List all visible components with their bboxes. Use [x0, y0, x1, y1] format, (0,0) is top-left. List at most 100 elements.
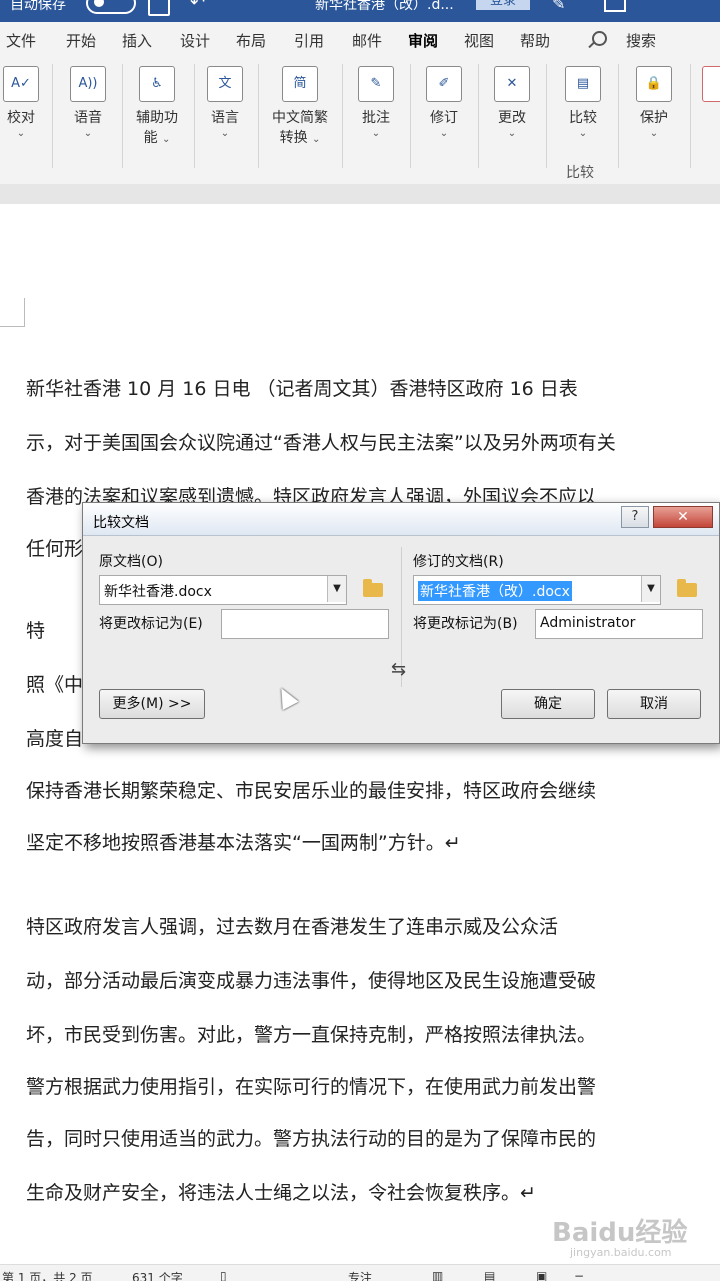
- search-label[interactable]: 搜索: [626, 30, 656, 51]
- original-document-label: 原文档(O): [99, 554, 163, 570]
- changes-button[interactable]: ✕ 更改 ⌄: [486, 66, 538, 140]
- autosave-toggle[interactable]: [86, 0, 136, 14]
- title-bar: 自动保存 ↶ 新华社香港（改）.d... 登录 ✎: [0, 0, 720, 22]
- proofing-button[interactable]: A✓ 校对 ⌄: [0, 66, 42, 140]
- comment-button[interactable]: ✎ 批注 ⌄: [350, 66, 402, 140]
- original-mark-field[interactable]: [221, 609, 389, 639]
- proofing-icon: A✓: [3, 66, 39, 102]
- chevron-down-icon: ⌄: [371, 128, 381, 139]
- folder-icon[interactable]: [363, 579, 383, 597]
- compare-button[interactable]: ▤ 比较 ⌄: [556, 66, 610, 140]
- revised-document-combo[interactable]: 新华社香港（改）.docx ▼: [413, 575, 661, 605]
- focus-mode[interactable]: 专注: [348, 1269, 372, 1281]
- cancel-button[interactable]: 取消: [607, 689, 701, 719]
- protect-label: 保护: [640, 110, 668, 126]
- comment-icon: ✎: [358, 66, 394, 102]
- ink-button[interactable]: [700, 66, 720, 108]
- speech-label: 语音: [74, 110, 102, 126]
- chinese-conversion-icon: 简: [282, 66, 318, 102]
- chinese-conversion-label-2: 转换: [279, 130, 308, 146]
- chevron-down-icon: ⌄: [507, 128, 517, 139]
- accessibility-icon: ♿: [139, 66, 175, 102]
- tab-file[interactable]: 文件: [6, 30, 36, 51]
- mouse-cursor-icon: [273, 683, 299, 711]
- watermark-url: jingyan.baidu.com: [570, 1246, 672, 1259]
- dialog-title: 比较文档: [93, 515, 149, 531]
- revised-document-value: 新华社香港（改）.docx: [418, 581, 572, 601]
- chevron-down-icon[interactable]: ▼: [641, 576, 660, 602]
- pen-icon[interactable]: ✎: [552, 0, 565, 13]
- dialog-title-bar[interactable]: 比较文档 ? ✕: [83, 503, 719, 536]
- speech-button[interactable]: A)) 语音 ⌄: [62, 66, 114, 140]
- doc-line: 生命及财产安全，将违法人士绳之以法，令社会恢复秩序。↵: [26, 1182, 536, 1204]
- original-document-value: 新华社香港.docx: [104, 584, 212, 600]
- ok-button[interactable]: 确定: [501, 689, 595, 719]
- watermark-brand: Baidu经验: [552, 1218, 688, 1248]
- changes-label: 更改: [498, 110, 526, 126]
- accessibility-label: 辅助功: [136, 110, 178, 126]
- help-button[interactable]: ?: [621, 506, 649, 528]
- protect-button[interactable]: 🔒 保护 ⌄: [628, 66, 680, 140]
- tab-view[interactable]: 视图: [464, 30, 494, 51]
- chevron-down-icon: ⌄: [16, 128, 26, 139]
- comment-label: 批注: [362, 110, 390, 126]
- language-label: 语言: [211, 110, 239, 126]
- doc-line: 特区政府发言人强调，过去数月在香港发生了连串示威及公众活: [26, 916, 559, 938]
- page-count[interactable]: 第 1 页，共 2 页: [2, 1269, 93, 1281]
- ribbon: A✓ 校对 ⌄ A)) 语音 ⌄ ♿ 辅助功 能 ⌄ 文 语言 ⌄ 简 中文简繁…: [0, 56, 720, 185]
- doc-line: 坚定不移地按照香港基本法落实“一国两制”方针。↵: [26, 832, 461, 854]
- word-count[interactable]: 631 个字: [132, 1269, 183, 1281]
- chevron-down-icon: ⌄: [578, 128, 588, 139]
- chevron-down-icon: ⌄: [312, 134, 321, 145]
- tab-design[interactable]: 设计: [180, 30, 210, 51]
- compare-documents-dialog: 比较文档 ? ✕ 原文档(O) 新华社香港.docx ▼ 将更改标记为(E) 修…: [82, 502, 720, 744]
- print-layout-icon[interactable]: ▤: [484, 1269, 495, 1281]
- tab-help[interactable]: 帮助: [520, 30, 550, 51]
- chevron-down-icon: ⌄: [439, 128, 449, 139]
- ink-icon: [702, 66, 720, 102]
- tab-home[interactable]: 开始: [66, 30, 96, 51]
- compare-label: 比较: [569, 110, 597, 126]
- doc-line: 坏，市民受到伤害。对此，警方一直保持克制，严格按照法律执法。: [26, 1024, 597, 1046]
- chevron-down-icon: ⌄: [649, 128, 659, 139]
- zoom-out-icon[interactable]: −: [574, 1269, 584, 1281]
- doc-line: 新华社香港 10 月 16 日电 （记者周文其）香港特区政府 16 日表: [26, 378, 578, 400]
- doc-line: 告，同时只使用适当的武力。警方执法行动的目的是为了保障市民的: [26, 1128, 597, 1150]
- search-icon[interactable]: [592, 31, 607, 46]
- proofing-label: 校对: [7, 110, 35, 126]
- chinese-conversion-button[interactable]: 简 中文简繁 转换 ⌄: [264, 66, 336, 148]
- revised-document-label: 修订的文档(R): [413, 554, 504, 570]
- original-document-combo[interactable]: 新华社香港.docx ▼: [99, 575, 347, 605]
- tab-references[interactable]: 引用: [294, 30, 324, 51]
- tracking-button[interactable]: ✐ 修订 ⌄: [418, 66, 470, 140]
- signin-button[interactable]: 登录: [476, 0, 531, 10]
- chinese-conversion-label: 中文简繁: [272, 110, 328, 126]
- accessibility-button[interactable]: ♿ 辅助功 能 ⌄: [128, 66, 186, 148]
- close-button[interactable]: ✕: [653, 506, 713, 528]
- doc-line: 警方根据武力使用指引，在实际可行的情况下，在使用武力前发出警: [26, 1076, 597, 1098]
- web-layout-icon[interactable]: ▣: [536, 1269, 547, 1281]
- read-mode-icon[interactable]: ▥: [432, 1269, 443, 1281]
- ribbon-display-options-icon[interactable]: [604, 0, 626, 12]
- doc-line: 示，对于美国国会众议院通过“香港人权与民主法案”以及另外两项有关: [26, 432, 616, 454]
- language-button[interactable]: 文 语言 ⌄: [200, 66, 250, 140]
- tab-layout[interactable]: 布局: [236, 30, 266, 51]
- tab-mailings[interactable]: 邮件: [352, 30, 382, 51]
- revised-mark-field[interactable]: Administrator: [535, 609, 703, 639]
- tab-insert[interactable]: 插入: [122, 30, 152, 51]
- more-button[interactable]: 更多(M) >>: [99, 689, 205, 719]
- document-title: 新华社香港（改）.d...: [315, 0, 454, 13]
- chevron-down-icon[interactable]: ▼: [327, 576, 346, 602]
- swap-documents-icon[interactable]: ⇆: [391, 659, 406, 680]
- status-bar: 第 1 页，共 2 页 631 个字 ▯ 专注 ▥ ▤ ▣ −: [0, 1264, 720, 1281]
- doc-line: 动，部分活动最后演变成暴力违法事件，使得地区及民生设施遭受破: [26, 970, 597, 992]
- revised-mark-label: 将更改标记为(B): [413, 616, 518, 632]
- tab-review[interactable]: 审阅: [408, 30, 439, 59]
- compare-icon: ▤: [565, 66, 601, 102]
- tracking-icon: ✐: [426, 66, 462, 102]
- original-mark-label: 将更改标记为(E): [99, 616, 203, 632]
- folder-icon[interactable]: [677, 579, 697, 597]
- save-icon[interactable]: [148, 0, 170, 16]
- proofing-status-icon[interactable]: ▯: [220, 1269, 227, 1281]
- undo-icon[interactable]: ↶: [190, 0, 205, 13]
